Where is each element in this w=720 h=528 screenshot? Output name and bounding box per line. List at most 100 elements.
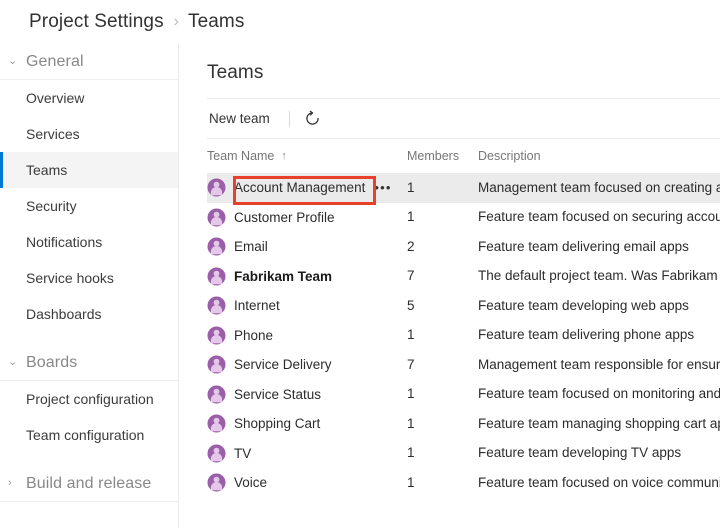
table-row[interactable]: Phone 1 Feature team delivering phone ap…: [207, 321, 720, 351]
toolbar-divider: [288, 110, 290, 127]
members-count: 1: [407, 474, 415, 490]
sidebar-group-label: Build and release: [26, 474, 152, 492]
team-name-label[interactable]: Internet: [234, 298, 280, 313]
sidebar-item-security[interactable]: Security: [0, 188, 178, 224]
sidebar-item-label: Overview: [26, 90, 85, 106]
team-description: Feature team focused on voice communic: [478, 474, 720, 490]
table-row[interactable]: Customer Profile 1 Feature team focused …: [207, 203, 720, 233]
sidebar-item-label: Notifications: [26, 234, 103, 250]
members-count: 5: [407, 297, 415, 313]
team-description: Feature team managing shopping cart app: [478, 415, 720, 431]
team-avatar-icon: [207, 385, 226, 404]
members-count: 7: [407, 356, 415, 372]
team-avatar-icon: [207, 178, 226, 197]
sidebar-group-general[interactable]: ⌄ General: [0, 44, 178, 80]
column-header-description[interactable]: Description: [478, 149, 720, 163]
members-count: 7: [407, 268, 415, 284]
table-header-row: Team Name ↑ Members Description: [207, 139, 720, 173]
table-row[interactable]: Fabrikam Team 7 The default project team…: [207, 262, 720, 292]
table-row[interactable]: Internet 5 Feature team developing web a…: [207, 291, 720, 321]
members-count: 1: [407, 386, 415, 402]
team-name-label[interactable]: Fabrikam Team: [234, 269, 332, 284]
breadcrumb: Project Settings › Teams: [0, 0, 720, 44]
members-count: 1: [407, 415, 415, 431]
team-avatar-icon: [207, 444, 226, 463]
sidebar-item-project-configuration[interactable]: Project configuration: [0, 381, 178, 417]
team-name-label[interactable]: Account Management: [234, 180, 365, 195]
row-context-menu-icon[interactable]: •••: [374, 181, 391, 194]
page-title: Teams: [207, 62, 264, 83]
chevron-right-icon: ›: [173, 13, 179, 30]
sidebar-item-services[interactable]: Services: [0, 116, 178, 152]
app-root: Project Settings › Teams ⌄ General Overv…: [0, 0, 720, 528]
team-description: Feature team focused on monitoring and .: [478, 386, 720, 402]
members-count: 1: [407, 209, 415, 225]
team-name-label[interactable]: TV: [234, 446, 251, 461]
sidebar-item-label: Service hooks: [26, 270, 114, 286]
team-name-label[interactable]: Service Delivery: [234, 357, 332, 372]
team-avatar-icon: [207, 414, 226, 433]
team-description: Feature team delivering email apps: [478, 238, 689, 254]
team-name-label[interactable]: Service Status: [234, 387, 321, 402]
sidebar-item-notifications[interactable]: Notifications: [0, 224, 178, 260]
team-description: Management team responsible for ensure: [478, 356, 720, 372]
table-row[interactable]: Email 2 Feature team delivering email ap…: [207, 232, 720, 262]
sidebar-item-dashboards[interactable]: Dashboards: [0, 296, 178, 332]
members-count: 1: [407, 445, 415, 461]
table-row[interactable]: TV 1 Feature team developing TV apps: [207, 439, 720, 469]
sidebar-item-teams[interactable]: Teams: [0, 152, 178, 188]
sidebar-item-label: Teams: [26, 162, 68, 178]
chevron-down-icon: ⌄: [8, 55, 18, 67]
table-row[interactable]: Shopping Cart 1 Feature team managing sh…: [207, 409, 720, 439]
sidebar-group-build-and-release[interactable]: › Build and release: [0, 466, 178, 502]
table-row[interactable]: Account Management ••• 1 Management team…: [207, 173, 720, 203]
column-header-team-name[interactable]: Team Name ↑: [207, 149, 407, 163]
team-avatar-icon: [207, 296, 226, 315]
sidebar-item-overview[interactable]: Overview: [0, 80, 178, 116]
sidebar-item-label: Project configuration: [26, 391, 154, 407]
table-row[interactable]: Service Delivery 7 Management team respo…: [207, 350, 720, 380]
sidebar-item-team-configuration[interactable]: Team configuration: [0, 417, 178, 453]
team-avatar-icon: [207, 208, 226, 227]
breadcrumb-current: Teams: [188, 11, 245, 32]
team-name-label[interactable]: Email: [234, 239, 268, 254]
members-count: 1: [407, 179, 415, 195]
team-description: Feature team developing web apps: [478, 297, 689, 313]
sort-ascending-icon: ↑: [281, 150, 287, 162]
sidebar-item-label: Services: [26, 126, 80, 142]
team-name-label[interactable]: Phone: [234, 328, 273, 343]
members-count: 1: [407, 327, 415, 343]
sidebar-group-boards[interactable]: ⌄ Boards: [0, 345, 178, 381]
sidebar: ⌄ General Overview Services Teams Securi…: [0, 44, 179, 528]
members-count: 2: [407, 238, 415, 254]
table-row[interactable]: Service Status 1 Feature team focused on…: [207, 380, 720, 410]
sidebar-item-label: Dashboards: [26, 306, 102, 322]
teams-table: Team Name ↑ Members Description Account …: [207, 139, 720, 498]
column-header-members[interactable]: Members: [407, 149, 478, 163]
table-row[interactable]: Voice 1 Feature team focused on voice co…: [207, 468, 720, 498]
team-name-label[interactable]: Customer Profile: [234, 210, 335, 225]
team-avatar-icon: [207, 473, 226, 492]
toolbar: New team: [207, 98, 720, 139]
team-name-label[interactable]: Shopping Cart: [234, 416, 320, 431]
chevron-down-icon: ⌄: [8, 356, 18, 368]
breadcrumb-parent[interactable]: Project Settings: [29, 11, 164, 33]
sidebar-group-label: General: [26, 52, 84, 70]
new-team-button[interactable]: New team: [207, 107, 272, 130]
column-header-label: Team Name: [207, 149, 275, 163]
team-avatar-icon: [207, 267, 226, 286]
team-description: The default project team. Was Fabrikam F…: [478, 268, 720, 284]
sidebar-item-label: Team configuration: [26, 427, 145, 443]
team-description: Feature team focused on securing account: [478, 209, 720, 225]
chevron-right-icon: ›: [8, 477, 12, 489]
refresh-icon[interactable]: [304, 110, 321, 127]
sidebar-item-service-hooks[interactable]: Service hooks: [0, 260, 178, 296]
team-avatar-icon: [207, 355, 226, 374]
team-description: Feature team delivering phone apps: [478, 327, 695, 343]
team-avatar-icon: [207, 326, 226, 345]
team-name-label[interactable]: Voice: [234, 475, 267, 490]
sidebar-item-label: Security: [26, 198, 77, 214]
main-content: Teams New team Team Name ↑ Members Descr…: [180, 44, 720, 528]
